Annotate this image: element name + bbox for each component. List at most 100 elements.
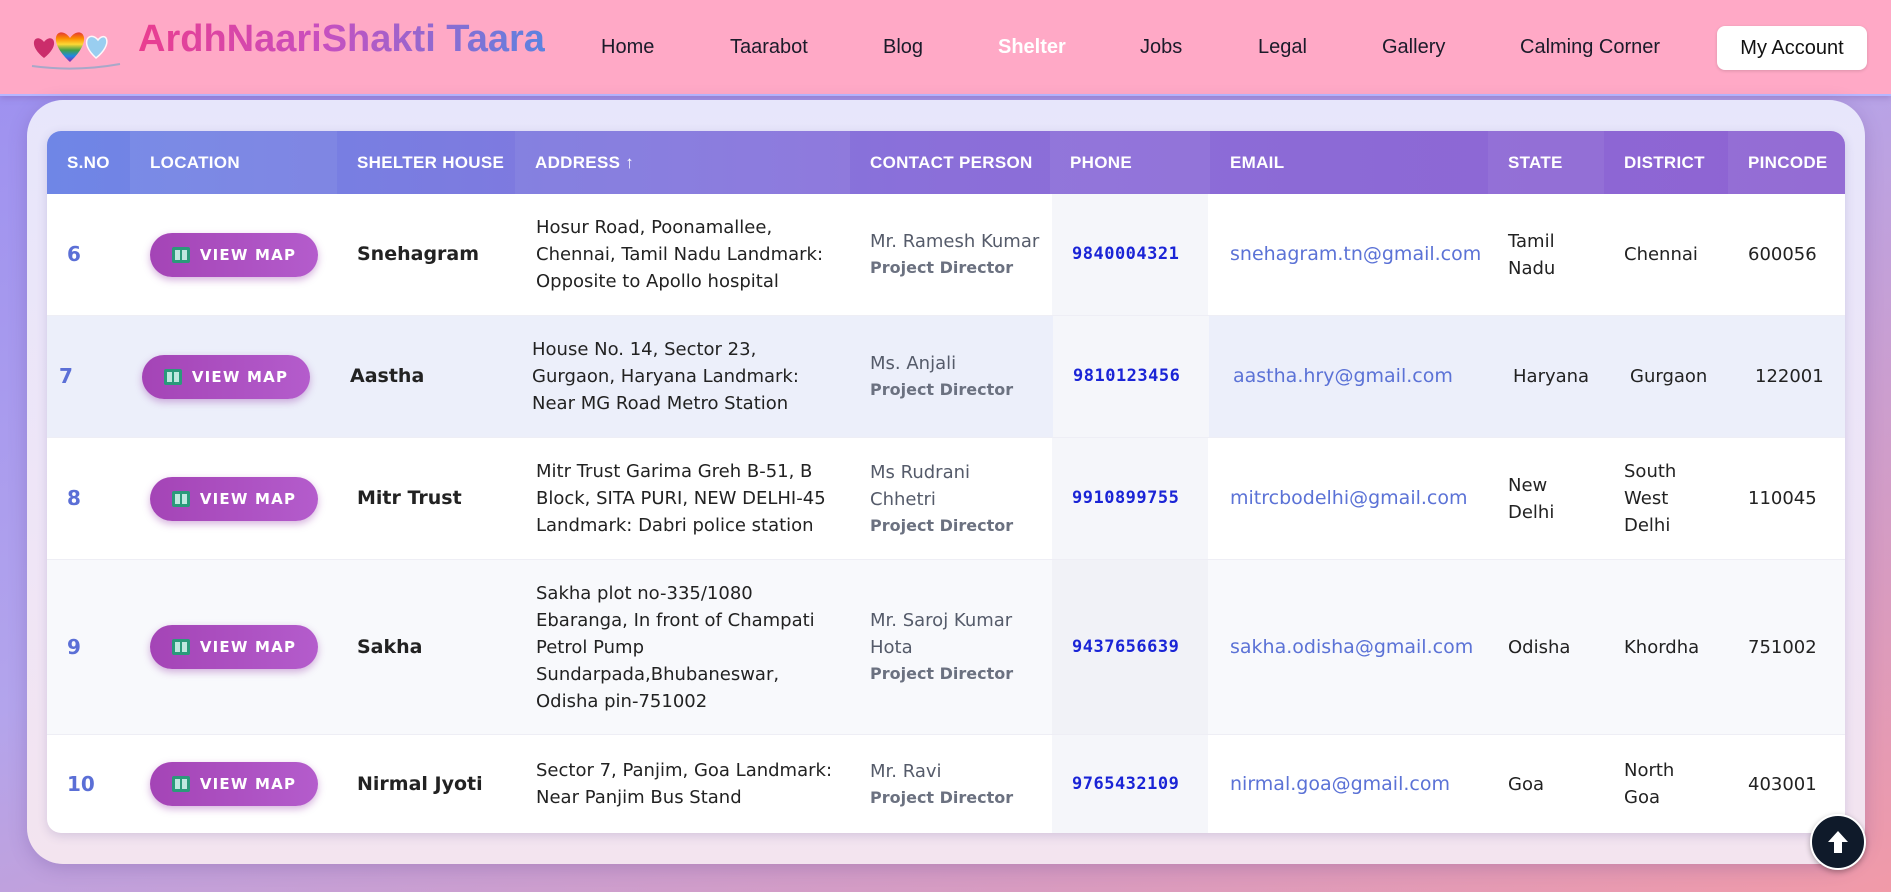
col-header-district[interactable]: DISTRICT [1604, 131, 1728, 194]
shelter-address: House No. 14, Sector 23, Gurgaon, Haryan… [532, 339, 799, 414]
col-header-contact-person[interactable]: CONTACT PERSON [850, 131, 1050, 194]
view-map-button[interactable]: VIEW MAP [150, 476, 318, 521]
email-link[interactable]: aastha.hry@gmail.com [1233, 316, 1493, 437]
col-header-state[interactable]: STATE [1488, 131, 1604, 194]
logo-hearts-icon[interactable] [30, 22, 122, 72]
shelter-address: Sector 7, Panjim, Goa Landmark: Near Pan… [536, 760, 833, 808]
view-map-label: VIEW MAP [199, 638, 297, 656]
shelter-name: Sakha [357, 635, 423, 658]
state: Haryana [1513, 366, 1590, 387]
brand-title[interactable]: ArdhNaariShakti Taara [138, 18, 545, 61]
contact-person: Mr. Ramesh Kumar Project Director [870, 194, 1040, 315]
contact-role: Project Director [870, 664, 1014, 683]
district: Chennai [1624, 244, 1698, 265]
shelter-name: Aastha [350, 365, 425, 387]
nav-taarabot[interactable]: Taarabot [730, 36, 808, 59]
shelter-address: Sakha plot no-335/1080 Ebaranga, In fron… [536, 582, 815, 712]
email-link[interactable]: sakha.odisha@gmail.com [1230, 560, 1490, 734]
row-sno: 6 [67, 242, 81, 266]
email-link[interactable]: mitrcbodelhi@gmail.com [1230, 438, 1490, 559]
my-account-button[interactable]: My Account [1717, 26, 1867, 70]
arrow-up-icon [1828, 831, 1848, 853]
phone-number[interactable]: 9765432109 [1072, 735, 1212, 833]
table-header: S.NO LOCATION SHELTER HOUSE ADDRESS ↑ CO… [47, 131, 1845, 194]
table-row: 10 VIEW MAP Nirmal Jyoti Sector 7, Panji… [47, 735, 1845, 833]
email-link[interactable]: snehagram.tn@gmail.com [1230, 194, 1490, 315]
map-book-icon [171, 246, 190, 263]
contact-role: Project Director [870, 787, 1014, 807]
view-map-label: VIEW MAP [199, 775, 297, 793]
phone-number[interactable]: 9437656639 [1072, 560, 1212, 734]
email-link[interactable]: nirmal.goa@gmail.com [1230, 735, 1490, 833]
contact-role: Project Director [870, 515, 1014, 535]
shelter-name: Snehagram [357, 243, 480, 265]
contact-name: Ms. Anjali [870, 353, 957, 374]
phone-number[interactable]: 9840004321 [1072, 194, 1212, 315]
contact-person: Ms Rudrani Chhetri Project Director [870, 438, 1040, 559]
contact-person: Mr. Saroj Kumar Hota Project Director [870, 560, 1040, 734]
view-map-label: VIEW MAP [191, 367, 289, 386]
col-header-address[interactable]: ADDRESS ↑ [515, 131, 850, 194]
state: Goa [1508, 773, 1544, 795]
col-header-sno[interactable]: S.NO [47, 131, 130, 194]
nav-jobs[interactable]: Jobs [1140, 36, 1182, 59]
state: Tamil Nadu [1508, 230, 1556, 279]
district: North Goa [1624, 760, 1675, 808]
contact-role: Project Director [870, 258, 1014, 277]
view-map-button[interactable]: VIEW MAP [150, 762, 318, 806]
shelter-address: Hosur Road, Poonamallee, Chennai, Tamil … [536, 217, 824, 292]
phone-number[interactable]: 9810123456 [1073, 316, 1213, 437]
state: New Delhi [1508, 474, 1555, 523]
view-map-label: VIEW MAP [199, 489, 297, 508]
table-row: 8 VIEW MAP Mitr Trust Mitr Trust Garima … [47, 438, 1845, 560]
contact-name: Mr. Ravi [870, 760, 942, 782]
nav-calming-corner[interactable]: Calming Corner [1520, 36, 1660, 59]
shelter-address: Mitr Trust Garima Greh B-51, B Block, SI… [536, 461, 826, 536]
table-row: 6 VIEW MAP Snehagram Hosur Road, Poonama… [47, 194, 1845, 316]
row-sno: 8 [67, 486, 81, 510]
view-map-button[interactable]: VIEW MAP [150, 625, 318, 669]
state: Odisha [1508, 636, 1571, 658]
pincode: 600056 [1748, 244, 1817, 265]
col-header-location[interactable]: LOCATION [130, 131, 337, 194]
nav-home[interactable]: Home [601, 36, 654, 59]
shelter-name: Mitr Trust [357, 487, 462, 509]
view-map-button[interactable]: VIEW MAP [150, 232, 318, 277]
view-map-button[interactable]: VIEW MAP [142, 354, 310, 399]
contact-role: Project Director [870, 380, 1014, 399]
col-header-pincode[interactable]: PINCODE [1728, 131, 1845, 194]
pincode: 122001 [1755, 366, 1824, 387]
table-row: 7 VIEW MAP Aastha House No. 14, Sector 2… [47, 316, 1845, 438]
shelter-name: Nirmal Jyoti [357, 772, 483, 795]
pincode: 751002 [1748, 636, 1817, 658]
row-sno: 9 [67, 634, 81, 659]
scroll-to-top-button[interactable] [1810, 814, 1866, 870]
row-sno: 7 [59, 364, 73, 388]
col-header-shelter-house[interactable]: SHELTER HOUSE [337, 131, 515, 194]
map-book-icon [171, 776, 190, 792]
view-map-label: VIEW MAP [199, 245, 297, 264]
map-book-icon [171, 639, 190, 655]
table-row: 9 VIEW MAP Sakha Sakha plot no-335/1080 … [47, 560, 1845, 735]
district: Khordha [1624, 636, 1700, 658]
shelter-table: S.NO LOCATION SHELTER HOUSE ADDRESS ↑ CO… [47, 131, 1845, 833]
pincode: 110045 [1748, 488, 1817, 509]
map-book-icon [163, 368, 182, 385]
nav-shelter[interactable]: Shelter [998, 36, 1066, 59]
map-book-icon [171, 490, 190, 507]
contact-name: Ms Rudrani Chhetri [870, 461, 971, 510]
col-header-phone[interactable]: PHONE [1050, 131, 1210, 194]
district: South West Delhi [1624, 461, 1677, 536]
phone-number[interactable]: 9910899755 [1072, 438, 1212, 559]
nav-gallery[interactable]: Gallery [1382, 36, 1445, 59]
nav-legal[interactable]: Legal [1258, 36, 1307, 59]
row-sno: 10 [67, 771, 95, 796]
nav-blog[interactable]: Blog [883, 36, 923, 59]
contact-person: Mr. Ravi Project Director [870, 735, 1040, 833]
contact-name: Mr. Saroj Kumar Hota [870, 610, 1013, 658]
district: Gurgaon [1630, 366, 1708, 387]
contact-name: Mr. Ramesh Kumar [870, 231, 1040, 252]
top-navbar: ArdhNaariShakti Taara Home Taarabot Blog… [0, 0, 1891, 96]
col-header-email[interactable]: EMAIL [1210, 131, 1488, 194]
contact-person: Ms. Anjali Project Director [870, 316, 1040, 437]
